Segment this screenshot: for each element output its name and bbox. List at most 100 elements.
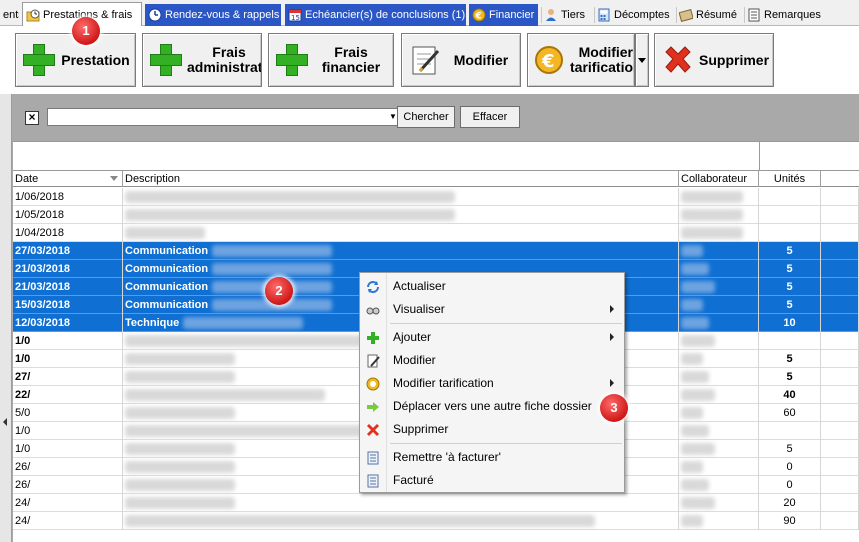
description-text: Technique [125,317,180,329]
tab-label: Tiers [561,9,586,21]
cell-unites: 20 [759,494,821,512]
cell-date: 1/0 [13,350,123,368]
effacer-button[interactable]: Effacer [460,106,520,128]
cell-unites: 5 [759,440,821,458]
tab-bar: ents Prestations & frais Rendez-vous & r… [0,0,859,26]
cell-date: 26/ [13,476,123,494]
grid-group-band [13,141,859,171]
redacted-text [681,353,703,366]
move-arrow-icon [366,399,380,413]
cell-unites: 40 [759,386,821,404]
note-icon [747,8,761,22]
frais-financier-button[interactable]: Frais financier [268,33,394,87]
modifier-tarification-dropdown[interactable] [635,33,649,87]
supprimer-button[interactable]: Supprimer [654,33,774,87]
redacted-text [125,353,235,366]
redacted-text [681,425,709,438]
cell-extra [821,422,859,440]
tab-resume[interactable]: Résumé [676,4,742,26]
cell-date: 1/04/2018 [13,224,123,242]
menu-item-modifier-tarification[interactable]: Modifier tarification [362,372,622,394]
cell-description [123,512,679,530]
cell-unites [759,188,821,206]
menu-item-ajouter[interactable]: Ajouter [362,326,622,348]
cell-unites [759,224,821,242]
button-label: Modifier [453,51,509,68]
column-header-unites[interactable]: Unités [759,171,821,187]
menu-item-remettre-a-facturer[interactable]: Remettre 'à facturer' [362,446,622,468]
delete-icon [366,422,380,436]
filter-funnel-icon[interactable] [110,176,118,181]
filter-input[interactable] [47,108,403,126]
cell-date: 27/03/2018 [13,242,123,260]
chercher-button[interactable]: Chercher [397,106,455,128]
step-marker-3: 3 [600,394,628,422]
cell-unites: 5 [759,296,821,314]
tab-financier[interactable]: € Financier [469,4,538,26]
cell-collaborateur [679,206,759,224]
table-row[interactable]: 27/03/2018 Communication 5 [13,242,859,260]
cell-collaborateur [679,350,759,368]
tab-echeancier[interactable]: 15 Echéancier(s) de conclusions (1) [285,4,466,26]
redacted-text [212,245,333,258]
menu-item-deplacer[interactable]: Déplacer vers une autre fiche dossier [362,395,622,417]
chevron-left-icon [3,418,7,426]
menu-item-visualiser[interactable]: Visualiser [362,298,622,320]
menu-item-modifier[interactable]: Modifier [362,349,622,371]
cell-extra [821,260,859,278]
cell-collaborateur [679,494,759,512]
edit-notepad-icon [408,43,442,77]
table-row[interactable]: 24/20 [13,494,859,512]
cell-collaborateur [679,512,759,530]
step-marker-2: 2 [265,277,293,305]
table-row[interactable]: 1/06/2018 [13,188,859,206]
menu-item-facture[interactable]: Facturé [362,469,622,491]
clock-icon [148,8,162,22]
cell-description [123,224,679,242]
cell-collaborateur [679,296,759,314]
cell-unites [759,422,821,440]
table-row[interactable]: 1/05/2018 [13,206,859,224]
clear-filter-checkbox[interactable]: × [25,111,39,125]
redacted-text [125,497,235,510]
plus-icon [149,43,183,77]
cell-date: 27/ [13,368,123,386]
column-header-date[interactable]: Date [13,171,123,187]
cell-extra [821,350,859,368]
tab-decomptes[interactable]: Décomptes [594,4,674,26]
tab-clients[interactable]: ents [0,4,19,26]
table-row[interactable]: 24/90 [13,512,859,530]
cell-collaborateur [679,188,759,206]
description-text: Communication [125,299,209,311]
menu-item-supprimer[interactable]: Supprimer [362,418,622,440]
tab-remarques[interactable]: Remarques [744,4,826,26]
cell-description: Communication [123,242,679,260]
cell-collaborateur [679,242,759,260]
tab-tiers[interactable]: Tiers [541,4,592,26]
button-label: Prestation [61,51,130,68]
redacted-text [681,443,715,456]
column-header-description[interactable]: Description [123,171,679,187]
redacted-text [183,317,304,330]
cell-extra [821,386,859,404]
plus-icon [275,43,309,77]
redacted-text [681,371,709,384]
menu-item-actualiser[interactable]: Actualiser [362,275,622,297]
frais-administratif-button[interactable]: Frais administratif [142,33,262,87]
column-header-collaborateur[interactable]: Collaborateur [679,171,759,187]
collapse-strip[interactable] [0,94,12,542]
notes-icon [678,8,694,22]
redacted-text [681,299,703,312]
cell-unites [759,332,821,350]
redacted-text [681,515,703,528]
document-icon [366,473,380,488]
modifier-tarification-button[interactable]: € Modifier tarification [527,33,635,87]
tab-rendez-vous[interactable]: Rendez-vous & rappels [145,4,281,26]
table-row[interactable]: 1/04/2018 [13,224,859,242]
modifier-button[interactable]: Modifier [401,33,521,87]
redacted-text [125,479,235,492]
cell-extra [821,368,859,386]
grid-header: Date Description Collaborateur Unités [13,171,859,187]
document-icon [366,450,380,465]
redacted-text [125,461,235,474]
